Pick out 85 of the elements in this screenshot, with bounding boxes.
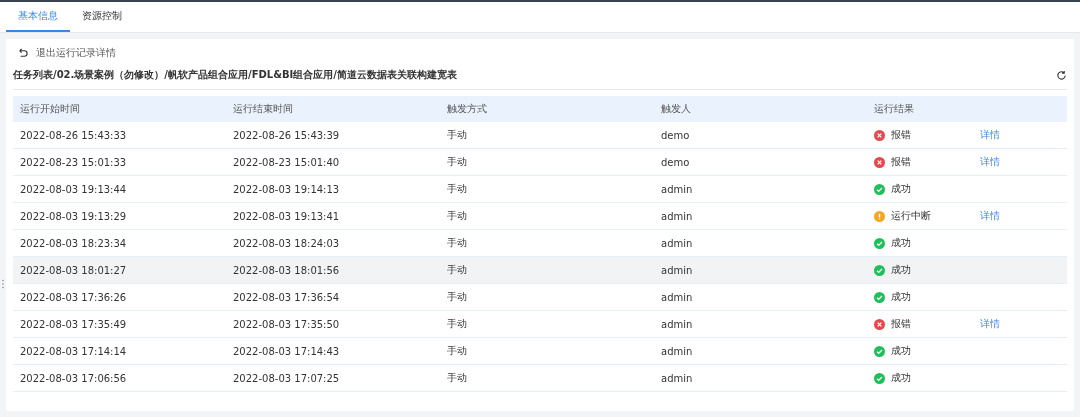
- back-link[interactable]: 退出运行记录详情: [36, 46, 116, 60]
- column-header: 触发人: [660, 102, 692, 116]
- status-text: 运行中断: [891, 209, 931, 223]
- status-text: 成功: [891, 236, 911, 250]
- table-cell-text: 手动: [446, 317, 468, 331]
- check-icon: [874, 237, 885, 249]
- table-cell-text: 手动: [446, 371, 468, 385]
- check-icon: [874, 264, 885, 276]
- table-cell-text: 2022-08-23 15:01:33: [19, 156, 128, 168]
- refresh-icon[interactable]: [1056, 69, 1067, 81]
- table-row[interactable]: 2022-08-23 15:01:33 2022-08-23 15:01:40 手动 demo 报错 详情: [13, 149, 1067, 176]
- column-header: 运行结果: [873, 102, 915, 116]
- table-cell-text: admin: [660, 183, 694, 195]
- detail-link[interactable]: 详情: [980, 129, 1000, 140]
- column-header: 运行结束时间: [232, 102, 294, 116]
- table-row[interactable]: 2022-08-26 15:43:33 2022-08-26 15:43:39 手动 demo 报错 详情: [13, 122, 1067, 149]
- table-cell-text: demo: [660, 156, 691, 168]
- table-cell-text: 2022-08-03 19:14:13: [232, 183, 341, 195]
- table-cell-text: 2022-08-03 17:07:25: [232, 372, 341, 384]
- table-cell-text: demo: [660, 129, 691, 141]
- status-text: 成功: [891, 182, 911, 196]
- table-cell-text: admin: [660, 318, 694, 330]
- back-arrow-icon[interactable]: [17, 47, 28, 59]
- table-cell-text: admin: [660, 372, 694, 384]
- table-row[interactable]: 2022-08-03 17:35:49 2022-08-03 17:35:50 手动 admin 报错 详情: [13, 311, 1067, 338]
- table-cell-text: admin: [660, 264, 694, 276]
- table-cell-text: admin: [660, 291, 694, 303]
- check-icon: [874, 291, 885, 303]
- table-cell-text: admin: [660, 237, 694, 249]
- drag-handle-icon[interactable]: [1, 279, 5, 289]
- table-cell-text: 2022-08-03 19:13:44: [19, 183, 128, 195]
- table-cell-text: 手动: [446, 182, 468, 196]
- table-cell-text: 2022-08-03 18:24:03: [232, 237, 341, 249]
- error-icon: [874, 129, 885, 141]
- table-cell-text: 2022-08-03 17:35:50: [232, 318, 341, 330]
- table-cell-text: 2022-08-26 15:43:33: [19, 129, 128, 141]
- table-cell-text: 手动: [446, 263, 468, 277]
- table-cell-text: 2022-08-03 18:01:56: [232, 264, 341, 276]
- status-text: 成功: [891, 371, 911, 385]
- error-icon: [874, 156, 885, 168]
- table-cell-text: 手动: [446, 209, 468, 223]
- breadcrumb-path: 任务列表/02.场景案例（勿修改）/帆软产品组合应用/FDL&BI组合应用/简道云数据表关联构建宽表: [13, 68, 457, 82]
- table-row[interactable]: 2022-08-03 19:13:29 2022-08-03 19:13:41 手动 admin 运行中断 详情: [13, 203, 1067, 230]
- table-cell-text: 2022-08-26 15:43:39: [232, 129, 341, 141]
- status-text: 成功: [891, 290, 911, 304]
- table-cell-text: 2022-08-03 17:14:43: [232, 345, 341, 357]
- table-cell-text: 2022-08-23 15:01:40: [232, 156, 341, 168]
- status-text: 报错: [891, 128, 911, 142]
- table-row[interactable]: 2022-08-03 17:36:26 2022-08-03 17:36:54 手动 admin 成功: [13, 284, 1067, 311]
- status-text: 成功: [891, 344, 911, 358]
- status-text: 报错: [891, 317, 911, 331]
- table-cell-text: 手动: [446, 236, 468, 250]
- table-cell-text: 手动: [446, 290, 468, 304]
- table-row[interactable]: 2022-08-03 17:06:56 2022-08-03 17:07:25 手动 admin 成功: [13, 365, 1067, 392]
- column-header: 触发方式: [446, 102, 488, 116]
- table-cell-text: 2022-08-03 18:23:34: [19, 237, 128, 249]
- table-cell-text: 2022-08-03 17:36:26: [19, 291, 128, 303]
- table-cell-text: 2022-08-03 19:13:41: [232, 210, 341, 222]
- table-cell-text: 2022-08-03 19:13:29: [19, 210, 128, 222]
- check-icon: [874, 372, 885, 384]
- table-row[interactable]: 2022-08-03 18:01:27 2022-08-03 18:01:56 手动 admin 成功: [13, 257, 1067, 284]
- status-text: 成功: [891, 263, 911, 277]
- table-cell-text: 2022-08-03 17:06:56: [19, 372, 128, 384]
- table-row[interactable]: 2022-08-03 17:14:14 2022-08-03 17:14:43 手动 admin 成功: [13, 338, 1067, 365]
- table-row[interactable]: 2022-08-03 19:13:44 2022-08-03 19:14:13 手动 admin 成功: [13, 176, 1067, 203]
- column-header: 运行开始时间: [19, 102, 81, 116]
- table-cell-text: 2022-08-03 17:14:14: [19, 345, 128, 357]
- warning-icon: [874, 210, 885, 222]
- error-icon: [874, 318, 885, 330]
- status-text: 报错: [891, 155, 911, 169]
- table-cell-text: admin: [660, 210, 694, 222]
- check-icon: [874, 183, 885, 195]
- table-cell-text: 2022-08-03 17:36:54: [232, 291, 341, 303]
- check-icon: [874, 345, 885, 357]
- tab[interactable]: 基本信息: [6, 2, 70, 32]
- table-cell-text: 手动: [446, 344, 468, 358]
- table-cell-text: 2022-08-03 17:35:49: [19, 318, 128, 330]
- table-cell-text: 手动: [446, 155, 468, 169]
- table-cell-text: 2022-08-03 18:01:27: [19, 264, 128, 276]
- detail-link[interactable]: 详情: [980, 210, 1000, 221]
- tab[interactable]: 资源控制: [70, 2, 134, 32]
- detail-link[interactable]: 详情: [980, 156, 1000, 167]
- detail-link[interactable]: 详情: [980, 318, 1000, 329]
- table-cell-text: admin: [660, 345, 694, 357]
- table-cell-text: 手动: [446, 128, 468, 142]
